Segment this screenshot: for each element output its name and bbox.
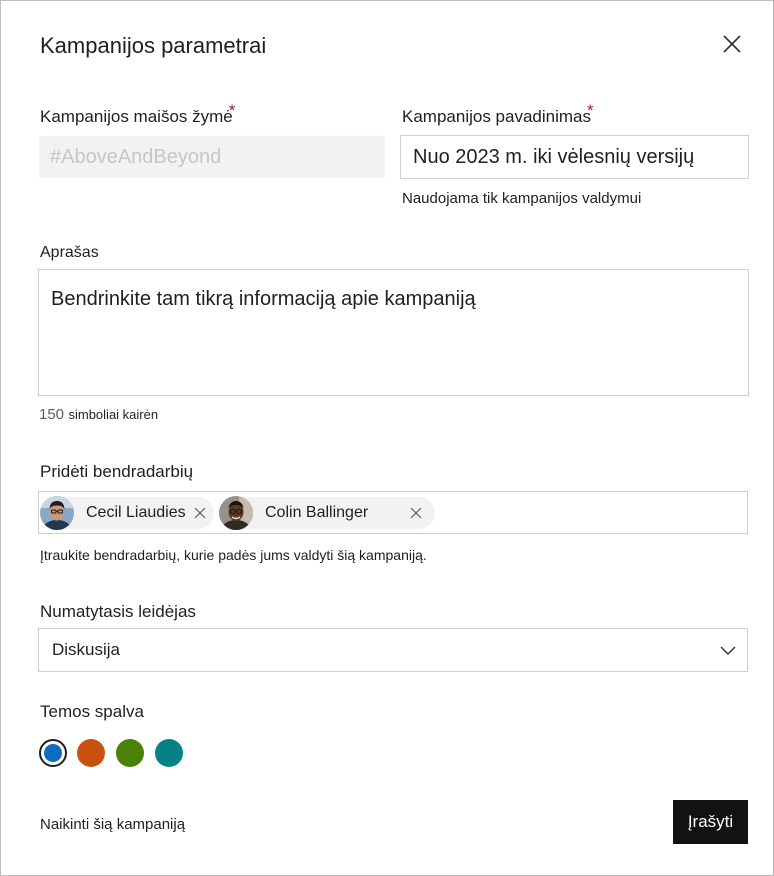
person-chip: Cecil Liaudies	[40, 496, 214, 530]
character-count-text: simboliai kairėn	[68, 407, 159, 422]
campaign-settings-dialog: Kampanijos parametrai Kampanijos maišos …	[0, 0, 774, 876]
character-count: 150	[39, 406, 65, 423]
publisher-label: Numatytasis leidėjas	[40, 602, 196, 621]
publisher-dropdown[interactable]: Diskusija	[38, 628, 748, 672]
description-label: Aprašas	[40, 244, 99, 261]
remove-person-button[interactable]	[190, 503, 210, 523]
save-button[interactable]: Įrašyti	[673, 800, 748, 844]
required-mark: *	[228, 101, 236, 120]
description-textarea[interactable]: Bendrinkite tam tikrą informaciją apie k…	[38, 269, 749, 396]
people-picker[interactable]: Cecil Liaudies Colin Ballinger	[38, 491, 748, 534]
theme-color-swatch[interactable]	[155, 739, 183, 767]
publisher-selected-value: Diskusija	[52, 640, 121, 659]
swatch-fill	[44, 744, 62, 762]
close-button[interactable]	[717, 29, 747, 59]
hashtag-placeholder: #AboveAndBeyond	[50, 145, 222, 168]
theme-color-label: Temos spalva	[40, 702, 144, 721]
hashtag-field[interactable]: #AboveAndBeyond	[39, 136, 385, 178]
collaborators-helper: Įtraukite bendradarbių, kurie padės jums…	[40, 547, 427, 563]
close-icon	[194, 507, 206, 519]
campaign-name-input[interactable]: Nuo 2023 m. iki vėlesnių versijų	[400, 135, 749, 179]
remove-person-button[interactable]	[406, 503, 426, 523]
theme-color-swatch-selected[interactable]	[39, 739, 67, 767]
theme-color-swatch[interactable]	[77, 739, 105, 767]
delete-campaign-link[interactable]: Naikinti šią kampaniją	[40, 816, 185, 833]
chevron-down-icon	[720, 646, 736, 655]
person-chip: Colin Ballinger	[219, 496, 435, 530]
person-name: Colin Ballinger	[265, 504, 369, 521]
close-icon	[410, 507, 422, 519]
close-icon	[723, 35, 741, 53]
avatar	[40, 496, 74, 530]
collaborators-label: Pridėti bendradarbių	[40, 462, 194, 481]
campaign-name-helper: Naudojama tik kampanijos valdymui	[402, 190, 642, 207]
campaign-name-value: Nuo 2023 m. iki vėlesnių versijų	[413, 145, 695, 168]
dialog-title: Kampanijos parametrai	[40, 33, 267, 58]
required-mark: *	[587, 101, 594, 120]
theme-color-swatch[interactable]	[116, 739, 144, 767]
hashtag-label: Kampanijos maišos žymė*	[40, 101, 235, 127]
person-name: Cecil Liaudies	[86, 504, 186, 521]
campaign-name-label: Kampanijos pavadinimas*	[402, 101, 594, 127]
character-counter: 150 simboliai kairėn	[39, 406, 158, 424]
description-value: Bendrinkite tam tikrą informaciją apie k…	[51, 288, 476, 310]
hashtag-label-text: Kampanijos maišos žymė	[40, 107, 233, 126]
campaign-name-label-text: Kampanijos pavadinimas	[402, 107, 591, 126]
avatar	[219, 496, 253, 530]
